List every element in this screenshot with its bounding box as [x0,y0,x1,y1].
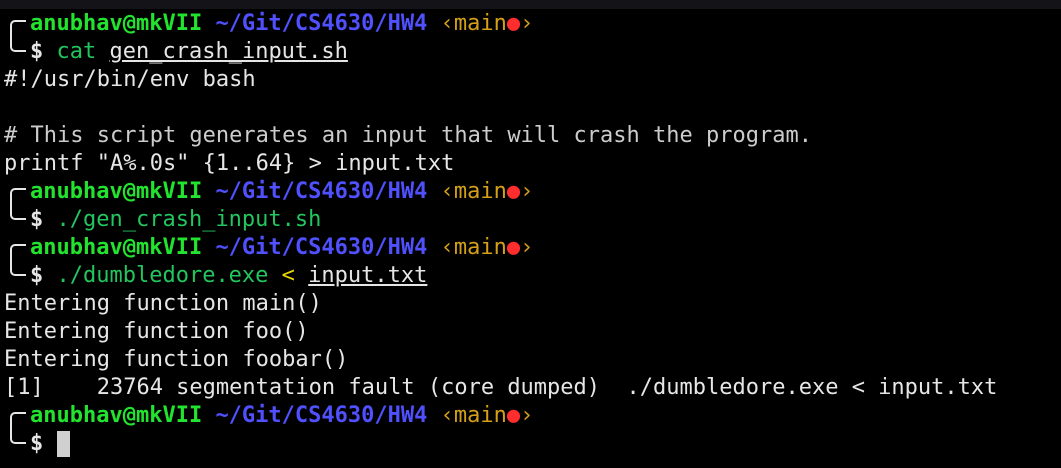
text-cursor[interactable] [56,431,70,457]
git-branch-close: › [520,11,534,36]
title-bar [0,0,1061,9]
output-line: Entering function foobar() [4,347,349,372]
command-name: ./dumbledore.exe [56,263,269,288]
prompt-path: ~/Git/CS4630/HW4 [215,179,428,204]
output-line: Entering function foo() [4,319,309,344]
prompt-corner-bottom-icon [4,202,30,234]
prompt-line: anubhav@mkVII ~/Git/CS4630/HW4 ‹main●› [4,10,997,44]
git-branch-open: ‹ [440,403,454,428]
git-branch-close: › [520,403,534,428]
git-branch-open: ‹ [440,179,454,204]
command-name: cat [56,39,97,64]
command-line[interactable]: $ [4,426,997,458]
prompt-path: ~/Git/CS4630/HW4 [215,403,428,428]
output-line: # This script generates an input that wi… [4,123,812,148]
git-branch: main [453,11,507,36]
git-dirty-icon: ● [506,11,521,36]
prompt-user: anubhav@mkVII [30,179,203,204]
terminal-window[interactable]: anubhav@mkVII ~/Git/CS4630/HW4 ‹main●› $… [0,0,1061,468]
command-line: $ ./gen_crash_input.sh [4,202,997,234]
prompt-line: anubhav@mkVII ~/Git/CS4630/HW4 ‹main●› [4,402,997,436]
prompt-line: anubhav@mkVII ~/Git/CS4630/HW4 ‹main●› [4,234,997,268]
command-line: $ ./dumbledore.exe < input.txt [4,258,997,290]
prompt-corner-bottom-icon [4,258,30,290]
segfault-message: [1] 23764 segmentation fault (core dumpe… [4,375,998,400]
git-branch-open: ‹ [440,11,454,36]
git-branch: main [453,235,507,260]
prompt-path: ~/Git/CS4630/HW4 [215,235,428,260]
command-name: ./gen_crash_input.sh [56,207,322,232]
output-line: #!/usr/bin/env bash [4,67,256,92]
prompt-user: anubhav@mkVII [30,235,203,260]
git-branch: main [453,403,507,428]
output-line: printf "A%.0s" {1..64} > input.txt [4,151,455,176]
terminal-output: anubhav@mkVII ~/Git/CS4630/HW4 ‹main●› $… [4,10,997,458]
command-argument: gen_crash_input.sh [109,39,348,64]
git-branch-open: ‹ [440,235,454,260]
git-dirty-icon: ● [506,403,521,428]
git-branch-close: › [520,179,534,204]
prompt-symbol: $ [30,431,44,456]
prompt-corner-bottom-icon [4,34,30,66]
command-argument: input.txt [308,263,428,288]
prompt-user: anubhav@mkVII [30,403,203,428]
git-branch-close: › [520,235,534,260]
prompt-symbol: $ [30,207,44,232]
command-line: $ cat gen_crash_input.sh [4,34,997,66]
prompt-corner-bottom-icon [4,426,30,458]
prompt-symbol: $ [30,39,44,64]
git-dirty-icon: ● [506,179,521,204]
prompt-line: anubhav@mkVII ~/Git/CS4630/HW4 ‹main●› [4,178,997,212]
prompt-symbol: $ [30,263,44,288]
prompt-path: ~/Git/CS4630/HW4 [215,11,428,36]
redirect-operator: < [281,263,295,288]
output-line: Entering function main() [4,291,322,316]
git-branch: main [453,179,507,204]
prompt-user: anubhav@mkVII [30,11,203,36]
git-dirty-icon: ● [506,235,521,260]
